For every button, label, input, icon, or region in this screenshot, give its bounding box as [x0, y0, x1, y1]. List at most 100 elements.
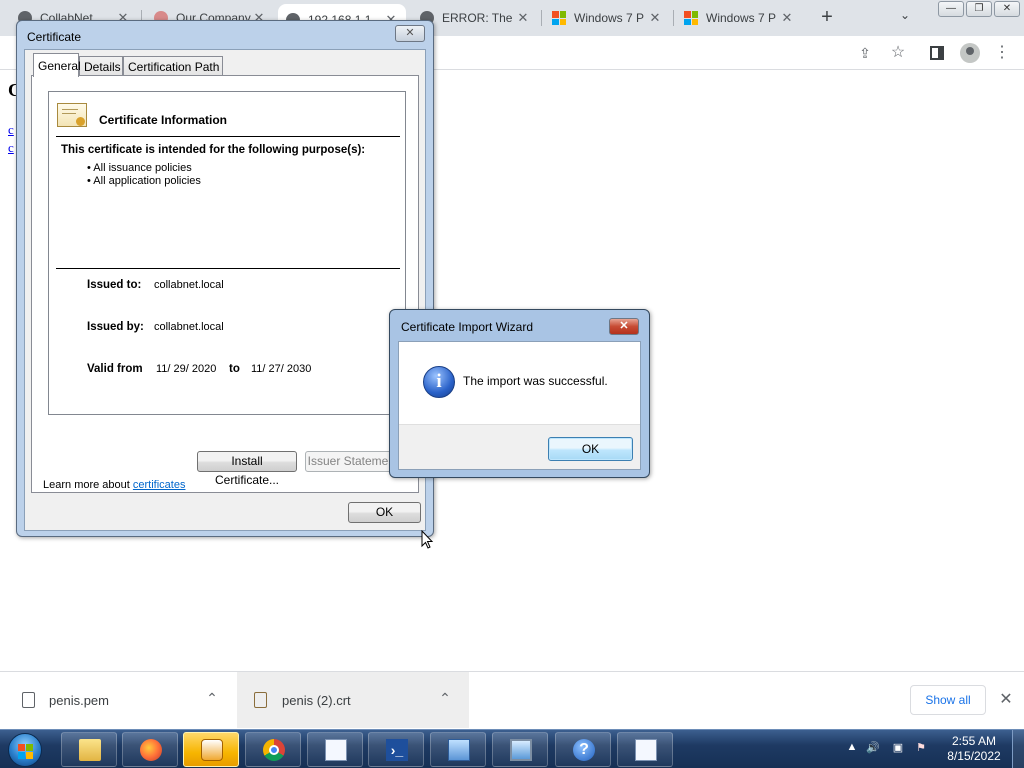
- chrome-icon: [263, 739, 285, 761]
- valid-from-label: Valid from: [87, 363, 143, 375]
- page-link[interactable]: c: [8, 140, 14, 156]
- ok-button[interactable]: OK: [548, 437, 633, 461]
- volume-icon[interactable]: 🔊: [866, 741, 880, 755]
- explorer-taskbar-button[interactable]: [61, 732, 117, 767]
- info-icon-glyph: i: [436, 371, 442, 392]
- certificates-link[interactable]: certificates: [133, 479, 186, 491]
- action-center-icon[interactable]: ⚑: [914, 741, 928, 755]
- valid-from-value: 11/ 29/ 2020: [156, 363, 217, 375]
- download-filename: penis (2).crt: [282, 693, 351, 708]
- certificate-info-box: Certificate Information This certificate…: [48, 91, 406, 415]
- dialog-body: General Details Certification Path Certi…: [24, 49, 426, 531]
- file-icon: [22, 692, 35, 708]
- purpose-item: • All application policies: [87, 175, 201, 187]
- tab-details[interactable]: Details: [79, 56, 123, 76]
- certificate-file-icon: [254, 692, 267, 708]
- tab-general[interactable]: General: [33, 53, 81, 77]
- tab-windows7-b[interactable]: Windows 7 P ✕: [676, 6, 802, 30]
- help-icon: ?: [573, 739, 595, 761]
- help-taskbar-button[interactable]: ?: [555, 732, 611, 767]
- firefox-icon: [140, 739, 162, 761]
- control-panel-icon: [448, 739, 470, 761]
- close-window-button[interactable]: ✕: [994, 1, 1020, 17]
- windows-logo-icon: [684, 11, 698, 25]
- folder-icon: [79, 739, 101, 761]
- mouse-cursor-icon: [421, 530, 434, 549]
- powershell-icon: ›_: [386, 739, 408, 761]
- remote-desktop-taskbar-button[interactable]: [492, 732, 548, 767]
- tab-separator: [541, 10, 542, 26]
- import-wizard-dialog: Certificate Import Wizard ✕ i The import…: [389, 309, 650, 478]
- start-button[interactable]: [8, 733, 42, 767]
- close-icon[interactable]: ✕: [609, 318, 639, 335]
- install-certificate-button[interactable]: Install Certificate...: [197, 451, 297, 487]
- tab-windows7-a[interactable]: Windows 7 P ✕: [544, 6, 670, 30]
- download-bar: penis.pem ⌃ penis (2).crt ⌃ Show all ✕: [0, 671, 1024, 729]
- document-icon: [635, 739, 657, 761]
- menu-kebab-icon[interactable]: ⋮: [993, 44, 1011, 62]
- certificate-icon: [57, 103, 87, 127]
- show-desktop-button[interactable]: [1012, 730, 1024, 768]
- import-success-message: The import was successful.: [463, 374, 608, 388]
- minimize-button[interactable]: —: [938, 1, 964, 17]
- page-link[interactable]: c: [8, 122, 14, 138]
- clock-date: 8/15/2022: [947, 749, 1001, 763]
- certificate-info-heading: Certificate Information: [99, 113, 228, 127]
- control-panel-taskbar-button[interactable]: [430, 732, 486, 767]
- purpose-item: • All issuance policies: [87, 162, 192, 174]
- issuer-statement-button: Issuer Statement: [305, 451, 401, 472]
- dialog-title: Certificate: [27, 30, 82, 44]
- issued-by-value: collabnet.local: [154, 321, 224, 333]
- profile-avatar[interactable]: [960, 43, 980, 63]
- document-taskbar-button[interactable]: [307, 732, 363, 767]
- chevron-up-icon[interactable]: ⌃: [203, 690, 221, 708]
- tab-title: Windows 7 P: [574, 11, 645, 25]
- general-tab-page: Certificate Information This certificate…: [31, 75, 419, 493]
- learn-more-label: Learn more about: [43, 479, 130, 491]
- certificate-dialog: Certificate ✕ General Details Certificat…: [16, 20, 434, 537]
- info-icon: i: [423, 366, 455, 398]
- issued-by-label: Issued by:: [87, 321, 144, 333]
- clock-time: 2:55 AM: [951, 734, 997, 748]
- download-item[interactable]: penis (2).crt ⌃: [237, 672, 469, 728]
- network-icon[interactable]: ▣: [891, 741, 905, 755]
- valid-to-label: to: [229, 363, 240, 375]
- new-tab-button[interactable]: +: [816, 6, 838, 28]
- share-icon[interactable]: ⇪: [856, 44, 874, 62]
- star-icon[interactable]: ☆: [889, 44, 907, 62]
- divider: [56, 268, 400, 269]
- powershell-taskbar-button[interactable]: ›_: [368, 732, 424, 767]
- document2-taskbar-button[interactable]: [617, 732, 673, 767]
- document-icon: [325, 739, 347, 761]
- window-controls: — ❐ ✕: [938, 1, 1020, 17]
- tray-clock[interactable]: 2:55 AM 8/15/2022: [940, 734, 1008, 764]
- learn-more-text: Learn more about certificates: [43, 479, 185, 491]
- tab-bar: General Details Certification Path: [31, 53, 421, 77]
- firefox-taskbar-button[interactable]: [122, 732, 178, 767]
- tray-overflow-icon[interactable]: ▲: [845, 741, 859, 755]
- download-item[interactable]: penis.pem ⌃: [0, 672, 234, 728]
- ok-button[interactable]: OK: [348, 502, 421, 523]
- chrome-taskbar-button[interactable]: [245, 732, 301, 767]
- media-player-taskbar-button[interactable]: [183, 732, 239, 767]
- close-icon[interactable]: ✕: [395, 25, 425, 42]
- windows-logo-icon: [552, 11, 566, 25]
- dialog-body: i The import was successful. OK: [398, 341, 641, 470]
- restore-button[interactable]: ❐: [966, 1, 992, 17]
- chevron-up-icon[interactable]: ⌃: [436, 690, 454, 708]
- show-all-button[interactable]: Show all: [910, 685, 986, 715]
- issued-to-label: Issued to:: [87, 279, 142, 291]
- valid-to-value: 11/ 27/ 2030: [251, 363, 312, 375]
- close-icon[interactable]: ✕: [516, 10, 530, 26]
- download-filename: penis.pem: [49, 693, 109, 708]
- issued-to-value: collabnet.local: [154, 279, 224, 291]
- divider: [56, 136, 400, 137]
- close-icon[interactable]: ✕: [648, 10, 662, 26]
- close-icon[interactable]: ✕: [780, 10, 794, 26]
- close-icon[interactable]: ✕: [997, 689, 1015, 708]
- tab-title: ERROR: The: [442, 11, 513, 25]
- monitor-icon: [510, 739, 532, 761]
- tab-certification-path[interactable]: Certification Path: [123, 56, 223, 76]
- chevron-down-icon[interactable]: ⌄: [896, 8, 914, 26]
- side-panel-icon[interactable]: [930, 46, 944, 60]
